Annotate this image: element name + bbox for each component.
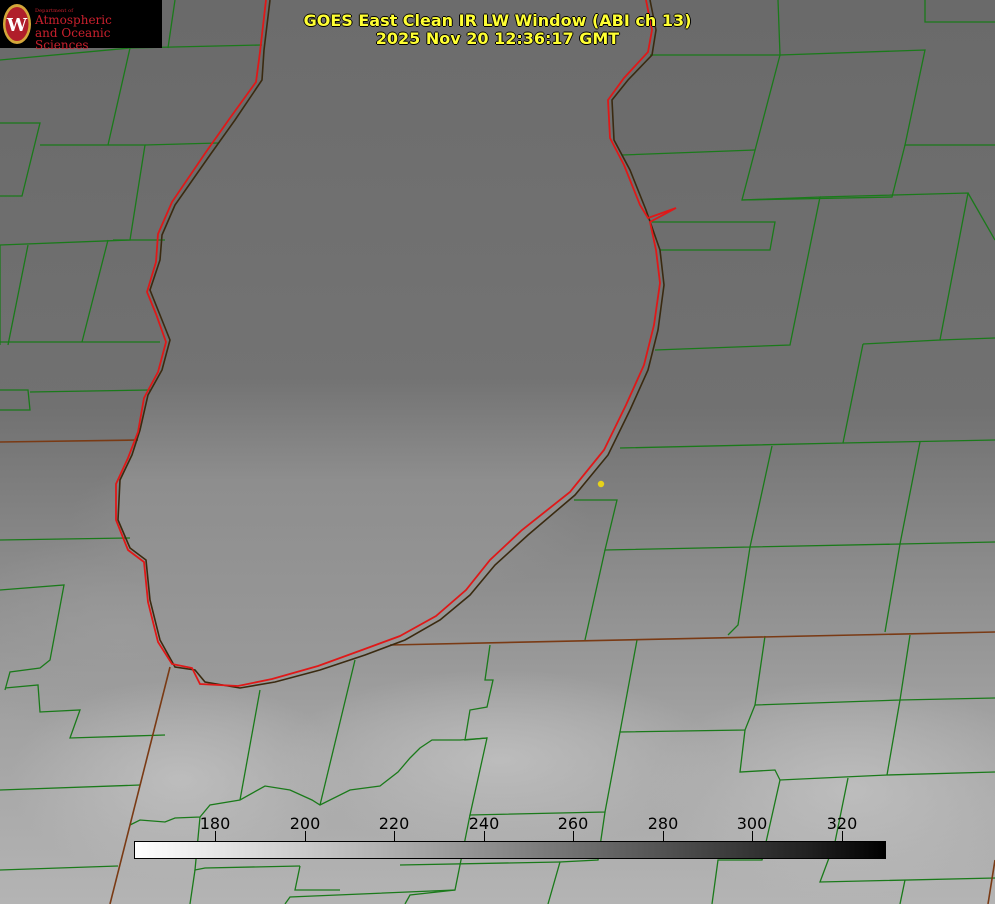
image-timestamp: 2025 Nov 20 12:36:17 GMT (375, 29, 620, 48)
colorbar-tick-label: 200 (289, 814, 321, 833)
colorbar-tick-label: 180 (199, 814, 231, 833)
colorbar-tick-label: 280 (647, 814, 679, 833)
colorbar-tick-label: 320 (826, 814, 858, 833)
colorbar-tick-label: 260 (557, 814, 589, 833)
colorbar-tick-label: 240 (468, 814, 500, 833)
colorbar-tick-label: 220 (378, 814, 410, 833)
colorbar (134, 841, 886, 859)
image-title: GOES East Clean IR LW Window (ABI ch 13) (303, 11, 692, 30)
yellow-dot-icon[interactable] (597, 480, 605, 488)
satellite-map[interactable] (0, 0, 995, 904)
colorbar-tick-label: 300 (736, 814, 768, 833)
